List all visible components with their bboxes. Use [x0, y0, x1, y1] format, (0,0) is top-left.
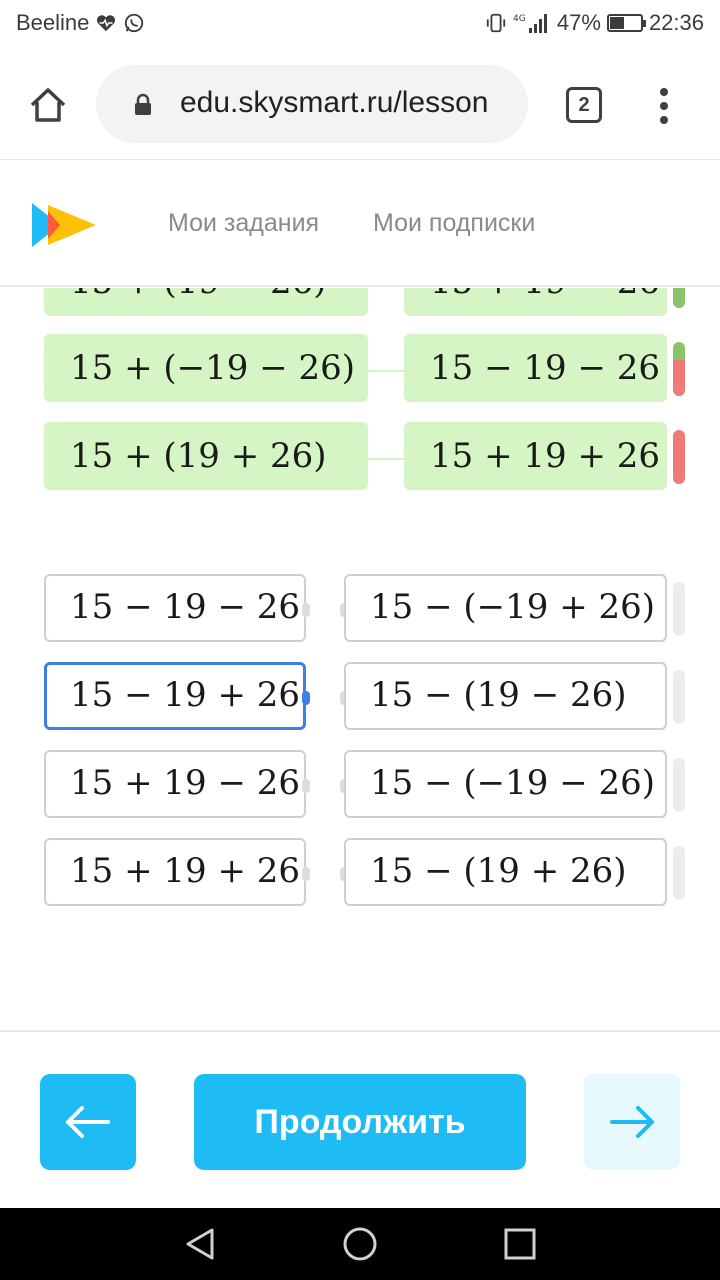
battery-icon: [606, 14, 646, 32]
option-left-card-selected[interactable]: 15 − 19 + 26: [44, 662, 306, 730]
vibrate-icon: [486, 13, 506, 33]
exercise-area: 15 + (19 − 26) 15 + 19 − 26 15 + (−19 − …: [0, 288, 720, 1030]
recents-square-icon[interactable]: [502, 1226, 538, 1262]
option-left-card[interactable]: 15 + 19 + 26: [44, 838, 306, 906]
continue-button[interactable]: Продолжить: [194, 1074, 526, 1170]
match-status-indicator: [673, 758, 685, 812]
match-status-indicator: [673, 430, 685, 484]
option-left-card[interactable]: 15 + 19 − 26: [44, 750, 306, 818]
wrong-segment: [673, 430, 685, 484]
status-left: Beeline: [16, 10, 145, 36]
lock-icon: [135, 93, 151, 115]
option-right-card[interactable]: 15 − (19 + 26): [344, 838, 667, 906]
match-status-indicator: [673, 670, 685, 724]
android-navigation-bar: [0, 1208, 720, 1280]
wrong-segment: [673, 360, 685, 396]
match-status-indicator: [673, 846, 685, 900]
correct-segment: [673, 342, 685, 360]
home-icon[interactable]: [26, 83, 70, 127]
url-text: edu.skysmart.ru/lesson: [180, 86, 489, 119]
status-bar: Beeline 4G 47% 22:36: [0, 0, 720, 50]
arrow-right-icon: [610, 1106, 654, 1138]
next-button[interactable]: [584, 1074, 680, 1170]
network-type: 4G: [513, 14, 526, 24]
matched-right-card[interactable]: 15 + 19 + 26: [404, 422, 667, 490]
match-status-indicator: [673, 582, 685, 636]
option-right-card[interactable]: 15 − (−19 − 26): [344, 750, 667, 818]
link-handle[interactable]: [302, 867, 310, 881]
option-right-card[interactable]: 15 − (19 − 26): [344, 662, 667, 730]
match-status-indicator: [673, 342, 685, 396]
skysmart-logo[interactable]: [30, 201, 98, 249]
link-handle-active[interactable]: [302, 691, 310, 705]
status-right: 4G 47% 22:36: [485, 10, 704, 36]
arrow-left-icon: [66, 1106, 110, 1138]
matched-right-card[interactable]: 15 − 19 − 26: [404, 334, 667, 402]
heart-pulse-icon: [97, 15, 116, 32]
battery-level: [609, 17, 625, 29]
address-bar[interactable]: edu.skysmart.ru/lesson: [96, 65, 528, 143]
matched-right-card[interactable]: 15 + 19 − 26: [404, 288, 667, 316]
battery-percent: 47%: [556, 10, 601, 35]
whatsapp-icon: [125, 13, 144, 33]
more-vert-icon[interactable]: [652, 84, 676, 128]
browser-toolbar: edu.skysmart.ru/lesson 2: [0, 50, 720, 160]
link-handle[interactable]: [302, 603, 310, 617]
clock: 22:36: [648, 10, 704, 35]
site-header: Мои задания Мои подписки: [0, 161, 720, 287]
option-right-card[interactable]: 15 − (−19 + 26): [344, 574, 667, 642]
back-triangle-icon[interactable]: [182, 1226, 218, 1262]
signal-icon: 4G: [513, 14, 547, 33]
matched-left-card[interactable]: 15 + (−19 − 26): [44, 334, 368, 402]
match-connector: [368, 458, 404, 460]
option-left-card[interactable]: 15 − 19 − 26: [44, 574, 306, 642]
matched-left-card[interactable]: 15 + (19 − 26): [44, 288, 368, 316]
lesson-footer: Продолжить: [0, 1030, 720, 1208]
match-connector: [368, 370, 404, 372]
match-status-indicator: [673, 288, 685, 308]
tab-switcher-button[interactable]: 2: [566, 87, 602, 123]
correct-segment: [673, 288, 685, 308]
nav-my-subscriptions[interactable]: Мои подписки: [373, 209, 535, 238]
carrier-name: Beeline: [16, 10, 90, 35]
home-circle-icon[interactable]: [342, 1226, 378, 1262]
matched-left-card[interactable]: 15 + (19 + 26): [44, 422, 368, 490]
previous-button[interactable]: [40, 1074, 136, 1170]
nav-my-tasks[interactable]: Мои задания: [168, 209, 319, 238]
link-handle[interactable]: [302, 779, 310, 793]
